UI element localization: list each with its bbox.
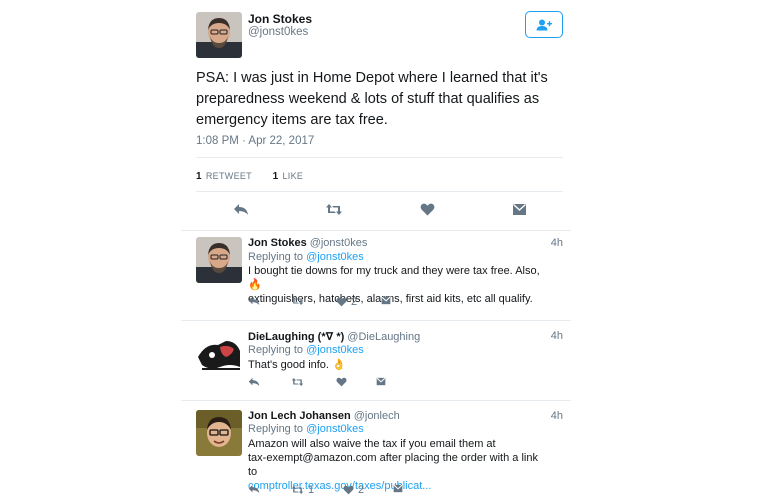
tweet-text: PSA: I was just in Home Depot where I le… [196,70,548,128]
reply-icon[interactable] [248,484,260,494]
author-name[interactable]: Jon Lech Johansen [248,410,351,422]
author-name[interactable]: DieLaughing (*∇ *) [248,331,344,343]
reply-text-line: That's good info. 👌 [248,359,346,371]
reply-text: That's good info. 👌 [248,358,548,372]
add-user-icon [536,19,552,30]
reply-icon[interactable] [248,296,260,306]
avatar[interactable] [196,410,242,456]
author-name[interactable]: Jon Stokes [248,237,307,249]
retweet-icon[interactable] [291,377,308,387]
reply-icon[interactable] [248,377,260,387]
author-handle[interactable]: @jonlech [354,410,400,422]
author-name[interactable]: Jon Stokes [248,12,312,26]
replying-to-link[interactable]: @jonst0kes [306,251,364,263]
replying-to-link[interactable]: @jonst0kes [306,423,364,435]
author-handle[interactable]: @jonst0kes [248,26,308,38]
reply-actions: 2 [248,296,448,310]
retweet-count[interactable]: 1 [196,171,202,182]
like-count[interactable]: 1 [273,171,279,182]
divider [196,191,563,192]
avatar[interactable] [196,329,242,375]
replying-to: Replying to @jonst0kes [248,423,364,435]
reply-tweet[interactable]: Jon Stokes @jonst0kes 4h Replying to @jon… [181,230,571,320]
retweet-count: 1 [308,484,315,495]
tweet-stats: 1 RETWEET 1 LIKE [196,171,303,182]
replying-to-prefix: Replying to [248,423,304,435]
reply-text-line: Amazon will also waive the tax if you em… [248,438,496,450]
divider [196,157,563,158]
follow-button[interactable] [525,11,563,38]
replying-to-link[interactable]: @jonst0kes [306,344,364,356]
retweet-icon[interactable] [291,296,308,306]
reply-text-line: I bought tie downs for my truck and they… [248,265,540,291]
message-icon[interactable] [510,200,528,218]
reply-actions: 1 2 [248,484,448,495]
left-margin [0,0,181,495]
replying-to: Replying to @jonst0kes [248,344,364,356]
heart-icon[interactable] [336,377,351,387]
heart-icon[interactable] [418,200,436,218]
reply-time[interactable]: 4h [551,237,563,249]
reply-header: Jon Lech Johansen @jonlech [248,410,400,422]
reply-time[interactable]: 4h [551,330,563,342]
retweet-label[interactable]: RETWEET [206,171,252,181]
right-margin [571,0,768,495]
heart-icon[interactable]: 2 [336,296,357,308]
message-icon[interactable] [393,484,403,493]
reply-text-line: tax-exempt@amazon.com after placing the … [248,452,538,478]
replying-to: Replying to @jonst0kes [248,251,364,263]
retweet-icon[interactable] [325,200,343,218]
reply-tweet[interactable]: DieLaughing (*∇ *) @DieLaughing 4h Replyi… [181,320,571,400]
like-label[interactable]: LIKE [283,171,304,181]
message-icon[interactable] [381,296,391,305]
reply-icon[interactable] [232,200,250,218]
replying-to-prefix: Replying to [248,251,304,263]
retweet-icon[interactable]: 1 [291,484,314,495]
replying-to-prefix: Replying to [248,344,304,356]
main-tweet: Jon Stokes @jonst0kes PSA: I was just in… [181,0,571,230]
like-count: 2 [358,484,365,495]
reply-tweet[interactable]: Jon Lech Johansen @jonlech 4h Replying to… [181,400,571,495]
reply-actions [248,377,448,391]
avatar[interactable] [196,237,242,283]
like-count: 2 [351,296,358,308]
author-handle[interactable]: @DieLaughing [347,331,420,343]
tweet-actions [196,200,563,220]
heart-icon[interactable]: 2 [343,484,364,495]
reply-time[interactable]: 4h [551,410,563,422]
author-handle[interactable]: @jonst0kes [310,237,368,249]
reply-header: DieLaughing (*∇ *) @DieLaughing [248,330,420,343]
message-icon[interactable] [376,377,386,386]
reply-header: Jon Stokes @jonst0kes [248,237,367,249]
avatar[interactable] [196,12,242,58]
tweet-timestamp[interactable]: 1:08 PM · Apr 22, 2017 [196,135,314,147]
